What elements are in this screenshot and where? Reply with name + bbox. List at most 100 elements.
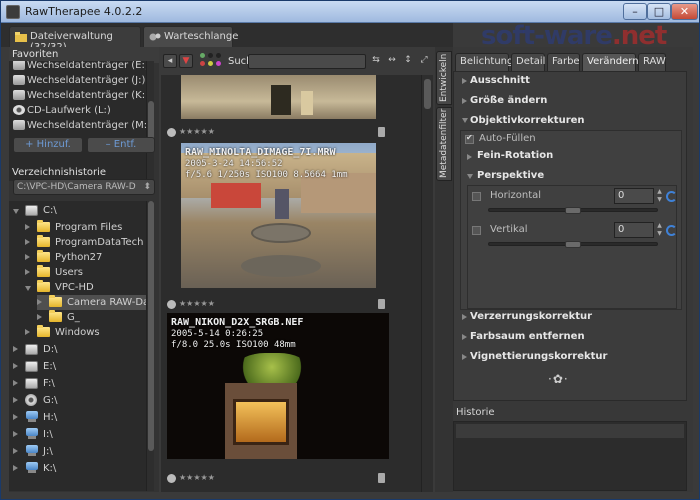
list-item[interactable]: Wechseldatenträger (M:) (11, 118, 151, 133)
tree-node[interactable]: E:\ (9, 359, 149, 374)
label-dot-icon[interactable] (216, 61, 221, 66)
reset-icon[interactable] (666, 191, 677, 202)
back-icon[interactable]: ◂ (163, 54, 177, 68)
spin-arrows-icon[interactable]: ▲ ▼ (655, 188, 664, 204)
favorites-scrollbar[interactable] (146, 61, 154, 181)
tool-crop[interactable]: Ausschnitt (458, 72, 530, 90)
label-dot-icon[interactable] (208, 61, 213, 66)
expander-icon (13, 209, 19, 214)
list-item[interactable]: Wechseldatenträger (E:) (11, 61, 149, 73)
tree-node[interactable]: J:\ (9, 444, 149, 459)
thumbnail-image[interactable]: RAW_NIKON_D2X_SRGB.NEF 2005-5-14 0:26:25… (167, 313, 389, 459)
tool-fine-rotation[interactable]: Fein-Rotation (465, 147, 553, 165)
slider-knob[interactable] (565, 241, 581, 248)
label-dot-icon[interactable] (200, 53, 205, 58)
list-item[interactable] (456, 424, 684, 438)
tree-node[interactable]: Python27 (9, 250, 149, 265)
reset-icon[interactable] (666, 225, 677, 236)
rating-stars[interactable]: ★★★★★ (179, 299, 215, 308)
image-filename: RAW_NIKON_D2X_SRGB.NEF (171, 317, 304, 328)
tree-node[interactable]: I:\ (9, 427, 149, 442)
tree-node[interactable]: VPC-HD (9, 280, 149, 295)
list-item[interactable]: Wechseldatenträger (J:) (11, 73, 145, 88)
tree-node[interactable]: G:\ (9, 393, 149, 408)
label-dot-icon[interactable] (200, 61, 205, 66)
tab-develop[interactable]: Entwickeln (436, 51, 452, 105)
fit-vertical-icon[interactable]: ↕ (401, 54, 415, 68)
tab-queue-label: Warteschlange (164, 31, 239, 42)
expander-icon (37, 299, 42, 305)
zoom-icon[interactable]: ⇆ (369, 54, 383, 68)
tree-scrollbar[interactable] (146, 201, 154, 491)
spin-arrows-icon[interactable]: ▲ ▼ (655, 222, 664, 238)
thumbnail-grid: ★★★★★ RAW_MINOLTA_DIMAGE_7I.MRW 2005-3-2… (161, 75, 421, 492)
autofill-checkbox[interactable] (465, 133, 474, 144)
horizontal-checkbox[interactable] (472, 192, 481, 201)
maximize-button[interactable]: □ (647, 3, 671, 20)
tree-node[interactable]: K:\ (9, 461, 149, 476)
fit-horizontal-icon[interactable]: ↔ (385, 54, 399, 68)
tool-lens-correction[interactable]: Objektivkorrekturen (458, 112, 585, 130)
tab-queue[interactable]: Warteschlange (143, 26, 238, 47)
folder-icon (49, 310, 62, 322)
tool-perspective[interactable]: Perspektive (465, 167, 544, 185)
rating-stars[interactable]: ★★★★★ (179, 127, 215, 136)
tab-transform[interactable]: Verändern (582, 53, 639, 71)
thumbnail-scrollbar[interactable] (421, 75, 433, 492)
lock-icon[interactable] (167, 300, 176, 309)
lock-icon[interactable] (167, 128, 176, 137)
scroll-thumb[interactable] (424, 79, 431, 109)
expander-icon (13, 397, 18, 403)
drive-icon (13, 120, 25, 130)
horizontal-value-input[interactable]: 0 (614, 188, 654, 204)
tab-detail[interactable]: Detail (511, 53, 545, 71)
tool-distortion[interactable]: Verzerrungskorrektur (458, 308, 592, 326)
tab-color[interactable]: Farbe (547, 53, 580, 71)
tree-node[interactable]: C:\ (9, 203, 149, 218)
tree-node[interactable]: Program Files (9, 220, 149, 235)
tool-defringe[interactable]: Farbsaum entfernen (458, 328, 585, 346)
label-dot-icon[interactable] (216, 53, 221, 58)
minimize-button[interactable]: – (623, 3, 647, 20)
folder-icon (37, 235, 50, 247)
vertical-checkbox[interactable] (472, 226, 481, 235)
tree-node[interactable]: Windows (9, 325, 149, 340)
fullscreen-icon[interactable]: ⤢ (417, 54, 431, 68)
tree-node-selected[interactable]: Camera RAW-Da (37, 295, 149, 310)
rating-stars[interactable]: ★★★★★ (179, 473, 215, 482)
tool-resize[interactable]: Größe ändern (458, 92, 547, 110)
drive-icon (13, 61, 25, 70)
lock-icon[interactable] (167, 474, 176, 483)
tab-exposure[interactable]: Belichtung (455, 53, 513, 71)
slider-knob[interactable] (565, 207, 581, 214)
trash-icon[interactable] (378, 127, 385, 137)
tab-metadata-filter[interactable]: Metadatenfilter (436, 107, 452, 181)
remove-favorite-button[interactable]: – Entf. (87, 137, 155, 153)
tree-node[interactable]: F:\ (9, 376, 149, 391)
scroll-thumb[interactable] (148, 201, 154, 451)
tab-file-browser[interactable]: Dateiverwaltung (32/32) (9, 26, 141, 53)
label-dot-icon[interactable] (208, 53, 213, 58)
tree-node[interactable]: G_ (9, 310, 149, 325)
scroll-thumb[interactable] (148, 101, 154, 141)
search-input[interactable] (248, 54, 366, 69)
tree-node[interactable]: Users (9, 265, 149, 280)
tool-vignetting[interactable]: Vignettierungskorrektur (458, 348, 607, 366)
trash-icon[interactable] (378, 299, 385, 309)
list-item[interactable]: CD-Laufwerk (L:) (11, 103, 111, 118)
tab-raw[interactable]: RAW (638, 53, 666, 71)
top-tabstrip: Dateiverwaltung (32/32) Warteschlange (1, 23, 453, 53)
favorites-list: Wechseldatenträger (E:) Wechseldatenträg… (9, 61, 154, 181)
list-item[interactable]: Wechseldatenträger (K:) (11, 88, 149, 103)
dir-history-combo[interactable]: C:\VPC-HD\Camera RAW-D ⬍ (13, 179, 155, 195)
thumbnail-image[interactable] (181, 75, 376, 119)
vertical-value-input[interactable]: 0 (614, 222, 654, 238)
close-button[interactable]: ✕ (671, 3, 698, 20)
tree-node[interactable]: H:\ (9, 410, 149, 425)
thumbnail-image[interactable]: RAW_MINOLTA_DIMAGE_7I.MRW 2005-3-24 14:5… (181, 143, 376, 288)
tree-node[interactable]: D:\ (9, 342, 149, 357)
add-favorite-button[interactable]: + Hinzuf. (13, 137, 83, 153)
trash-icon[interactable] (378, 473, 385, 483)
filter-red-icon[interactable]: ▼ (179, 54, 193, 68)
tree-node[interactable]: ProgramDataTech (9, 235, 149, 250)
